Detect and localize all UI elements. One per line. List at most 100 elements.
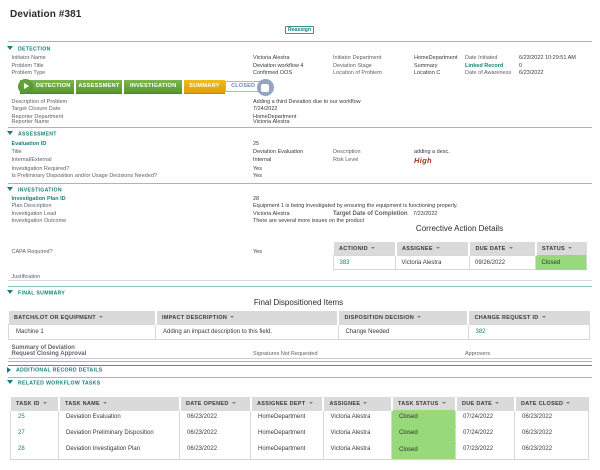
table-cell: 09/26/2022 [469, 256, 536, 270]
field-row: Request Closing Approval Signatures Not … [0, 351, 600, 358]
column-header[interactable]: DATE OPENED [180, 397, 251, 411]
column-header[interactable]: BATCH/LOT OR EQUIPMENT [9, 311, 156, 325]
collapse-triangle-icon [7, 131, 13, 135]
section-header-label: RELATED WORKFLOW TASKS [18, 381, 100, 387]
table-cell: Deviation Evaluation [59, 411, 180, 427]
field-label: Investigation Lead [12, 211, 57, 218]
table-cell: Machine 1 [9, 325, 156, 340]
field-value: Adding a third Deviation due to our work… [253, 99, 361, 106]
section-header-additional-record-details[interactable]: ADDITIONAL RECORD DETAILS [7, 367, 103, 374]
column-header[interactable]: DISPOSITION DECISION [338, 311, 468, 325]
collapse-triangle-icon [7, 290, 13, 294]
section-divider [8, 183, 592, 184]
column-header[interactable]: DATE CLOSED [515, 397, 589, 411]
related-workflow-tasks-table: TASK ID TASK NAME DATE OPENED ASSIGNEE D… [10, 397, 589, 460]
sort-icon [417, 316, 421, 318]
section-header-label: ASSESSMENT [18, 131, 57, 137]
field-label: CAPA Required? [12, 249, 53, 256]
table-cell: 06/23/2022 [515, 427, 589, 443]
evaluation-id-link[interactable]: Evaluation ID [12, 141, 47, 148]
section-header-investigation[interactable]: INVESTIGATION [7, 187, 62, 194]
field-label: Risk Level [333, 157, 358, 164]
field-label: Internal/External [12, 157, 52, 164]
column-header[interactable]: IMPACT DESCRIPTION [156, 311, 339, 325]
field-value: Summary [414, 63, 438, 70]
field-label: Deviation Stage [333, 63, 372, 70]
workflow-stage-closed: CLOSED [225, 81, 261, 92]
sort-icon [103, 402, 107, 404]
column-header-label: BATCH/LOT OR EQUIPMENT [14, 315, 96, 321]
sort-icon [309, 402, 313, 404]
table-header-row: BATCH/LOT OR EQUIPMENT IMPACT DESCRIPTIO… [9, 311, 590, 325]
field-label: Date of Awareness [465, 70, 511, 77]
field-value: Victoria Alestra [253, 55, 290, 62]
reassign-button[interactable]: Reassign [285, 26, 314, 34]
task-id-link[interactable]: 25 [11, 411, 59, 427]
field-row: Plan DescriptionEquipment 1 is being inv… [0, 203, 600, 210]
field-row: Internal/ExternalInternal Risk LevelHigh [0, 157, 600, 164]
deviation-record-page: Deviation #381 Reassign DETECTION Initia… [0, 0, 600, 470]
table-cell: HomeDepartment [251, 427, 324, 443]
field-row: TitleDeviation Evaluation Descriptionadd… [0, 149, 600, 156]
field-value: 28 [253, 196, 259, 203]
collapse-triangle-icon [7, 187, 13, 191]
field-label: Reporter Name [12, 119, 50, 126]
action-id-link[interactable]: 383 [334, 256, 396, 270]
section-header-related-workflow-tasks[interactable]: RELATED WORKFLOW TASKS [7, 380, 100, 387]
column-header[interactable]: TASK NAME [59, 397, 180, 411]
section-header-label: INVESTIGATION [18, 188, 62, 194]
column-header[interactable]: CHANGE REQUEST ID [468, 311, 590, 325]
field-label: Request Closing Approval [12, 351, 87, 358]
field-label: Date Initiated [465, 55, 497, 62]
section-header-assessment[interactable]: ASSESSMENT [7, 131, 57, 138]
field-label: Title [12, 149, 22, 156]
field-row: Problem TitleDeviation workflow 4 Deviat… [0, 63, 600, 70]
field-row: CAPA Required?Yes [0, 249, 600, 256]
table-row: 28 Deviation Investigation Plan 06/23/20… [11, 443, 589, 459]
field-row: Initiator Name Victoria Alestra Initiator… [0, 55, 600, 62]
section-header-label: FINAL SUMMARY [18, 291, 65, 297]
section-divider [8, 377, 592, 378]
table-cell: Deviation Investigation Plan [59, 443, 180, 459]
field-label: Approvers [465, 351, 490, 358]
page-title: Deviation #381 [10, 9, 81, 20]
column-header[interactable]: TASK ID [11, 397, 59, 411]
sort-icon [566, 402, 570, 404]
table-cell: HomeDepartment [251, 443, 324, 459]
workflow-stage-assessment: ASSESSMENT [76, 80, 123, 94]
column-header-label: TASK STATUS [398, 401, 439, 407]
change-request-id-link[interactable]: 382 [468, 325, 590, 340]
sort-icon [363, 402, 367, 404]
section-header-final-summary[interactable]: FINAL SUMMARY [7, 290, 65, 297]
field-label: Description of Problem [12, 99, 68, 106]
section-header-detection[interactable]: DETECTION [7, 46, 51, 53]
field-label: Initiator Name [12, 55, 46, 62]
field-row: Description of Problem Adding a third Dev… [0, 99, 600, 106]
field-label: Initiator Department [333, 55, 381, 62]
field-value: Yes [253, 166, 262, 173]
sort-icon [495, 402, 499, 404]
field-value: 6/23/2022 10:29:51 AM [519, 55, 576, 62]
corrective-action-table: ACTIONID ASSIGNEE DUE DATE STATUS 383 Vi… [333, 242, 587, 270]
column-header[interactable]: ASSIGNEE DEPT [251, 397, 324, 411]
table-cell: HomeDepartment [251, 411, 324, 427]
table-cell: 07/24/2022 [456, 427, 515, 443]
linked-record-link[interactable]: Linked Record [465, 63, 503, 70]
field-row: Evaluation ID25 [0, 141, 600, 148]
column-header[interactable]: TASK STATUS [392, 397, 456, 411]
section-header-label: DETECTION [18, 47, 51, 53]
collapsed-section-border [8, 365, 592, 366]
task-id-link[interactable]: 28 [11, 443, 59, 459]
column-header[interactable]: DUE DATE [456, 397, 515, 411]
workflow-stage-summary: SUMMARY [184, 80, 226, 94]
field-row: Investigation LeadVictoria Alestra Targe… [0, 211, 600, 218]
table-cell: Victoria Alestra [323, 427, 392, 443]
field-label: Investigation Required? [12, 166, 70, 173]
task-id-link[interactable]: 27 [11, 427, 59, 443]
field-underline [8, 280, 592, 281]
table-cell: Victoria Alestra [396, 256, 470, 270]
column-header[interactable]: ASSIGNEE [323, 397, 392, 411]
field-value: 6/23/2022 [519, 70, 543, 77]
investigation-plan-id-link[interactable]: Investigation Plan ID [12, 196, 66, 203]
field-value: HomeDepartment [414, 55, 457, 62]
